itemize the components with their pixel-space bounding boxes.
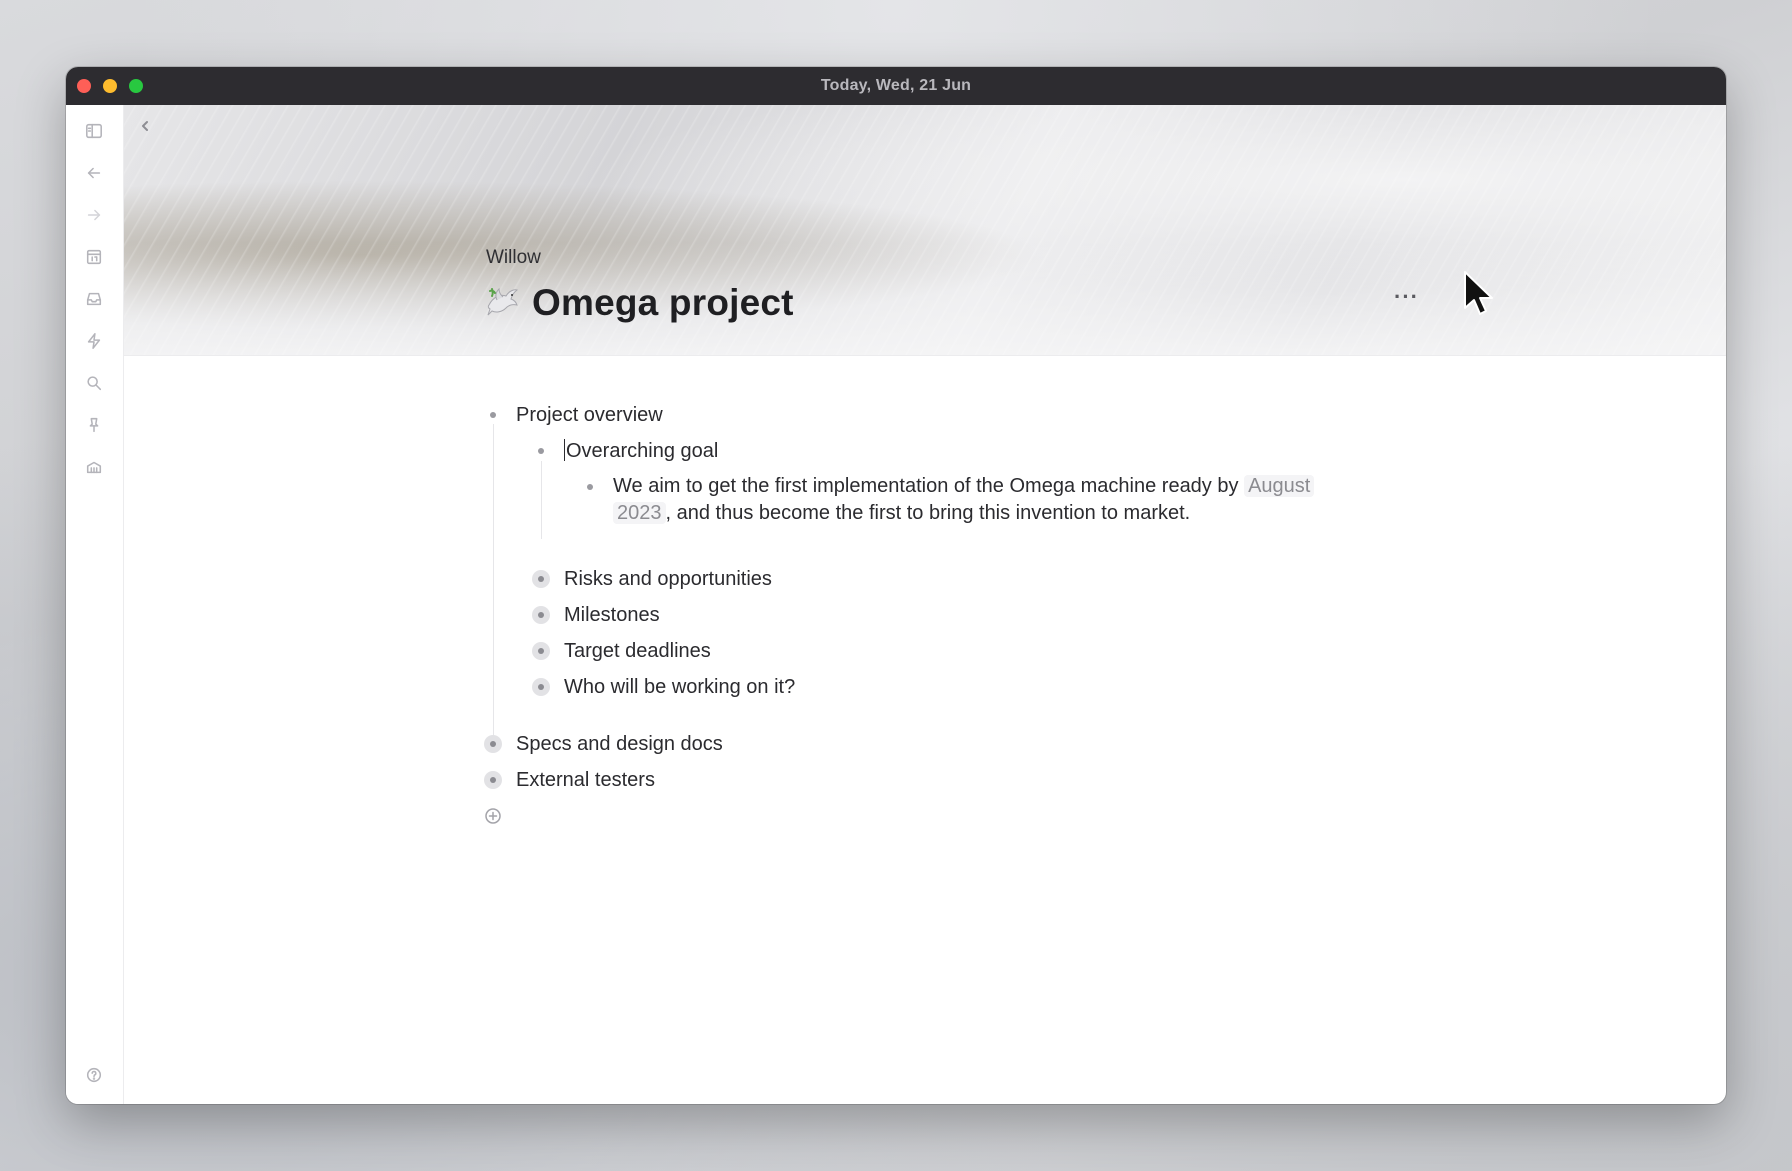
- mouse-cursor-icon: [1464, 271, 1493, 315]
- arrow-right-icon: [87, 209, 101, 221]
- indent-guide: [541, 461, 542, 539]
- outline-item-project-overview[interactable]: Project overview: [516, 404, 663, 427]
- main-content: Willow Omega project ··· Project overvie…: [124, 105, 1726, 1104]
- outline-item-testers[interactable]: External testers: [516, 769, 655, 792]
- sidebar-toggle-button[interactable]: [82, 119, 106, 143]
- outline-item-risks[interactable]: Risks and opportunities: [564, 568, 772, 591]
- outline-item-who[interactable]: Who will be working on it?: [564, 676, 795, 699]
- inbox-icon: [86, 292, 102, 306]
- chevron-left-icon: [142, 121, 148, 131]
- page-header: Omega project: [484, 282, 794, 324]
- outline-item-specs[interactable]: Specs and design docs: [516, 733, 723, 756]
- add-item-button[interactable]: [484, 807, 502, 831]
- back-button[interactable]: [82, 161, 106, 185]
- outline-item-goal-text[interactable]: We aim to get the first implementation o…: [613, 469, 1373, 527]
- indent-guide: [493, 424, 494, 746]
- more-options-button[interactable]: ···: [1394, 286, 1419, 308]
- collapsed-bullet[interactable]: [532, 678, 550, 696]
- calendar-button[interactable]: [82, 245, 106, 269]
- collapsed-bullet[interactable]: [484, 771, 502, 789]
- sidebar: [66, 105, 124, 1104]
- maximize-window-button[interactable]: [129, 79, 143, 93]
- library-icon: [86, 461, 102, 474]
- date-tag[interactable]: 2023: [613, 502, 666, 524]
- lightning-icon: [87, 333, 101, 349]
- breadcrumb[interactable]: Willow: [486, 247, 541, 269]
- outline-item-milestones[interactable]: Milestones: [564, 604, 660, 627]
- calendar-icon: [86, 249, 102, 265]
- outline-item-label: Overarching goal: [566, 440, 719, 462]
- pin-icon: [89, 417, 99, 433]
- close-window-button[interactable]: [77, 79, 91, 93]
- plus-circle-icon: [485, 808, 501, 824]
- text-cursor: [564, 439, 565, 461]
- dove-icon[interactable]: [484, 283, 520, 324]
- help-button[interactable]: [82, 1063, 106, 1087]
- outline-item-overarching-goal[interactable]: Overarching goal: [564, 439, 718, 463]
- search-button[interactable]: [82, 371, 106, 395]
- goal-text-end: , and thus become the first to bring thi…: [665, 502, 1191, 524]
- sidebar-toggle-icon: [86, 123, 102, 139]
- window-title: Today, Wed, 21 Jun: [820, 77, 972, 94]
- collapse-panel-button[interactable]: [138, 119, 152, 138]
- arrow-left-icon: [87, 167, 101, 179]
- collapsed-bullet[interactable]: [532, 642, 550, 660]
- help-icon: [86, 1067, 102, 1083]
- bullet[interactable]: [581, 478, 599, 496]
- forward-button[interactable]: [82, 203, 106, 227]
- pinned-button[interactable]: [82, 413, 106, 437]
- collapsed-bullet[interactable]: [484, 735, 502, 753]
- quick-actions-button[interactable]: [82, 329, 106, 353]
- app-window: Today, Wed, 21 Jun Willow Omega project …: [66, 67, 1726, 1104]
- library-button[interactable]: [82, 455, 106, 479]
- page-title[interactable]: Omega project: [532, 282, 794, 324]
- window-controls: [77, 79, 143, 93]
- collapsed-bullet[interactable]: [532, 570, 550, 588]
- bullet[interactable]: [532, 442, 550, 460]
- date-tag[interactable]: August: [1244, 475, 1315, 497]
- bullet[interactable]: [484, 406, 502, 424]
- collapsed-bullet[interactable]: [532, 606, 550, 624]
- inbox-button[interactable]: [82, 287, 106, 311]
- goal-text-start: We aim to get the first implementation o…: [613, 475, 1239, 497]
- search-icon: [87, 376, 102, 391]
- title-bar: Today, Wed, 21 Jun: [66, 67, 1726, 105]
- outline-item-deadlines[interactable]: Target deadlines: [564, 640, 711, 663]
- minimize-window-button[interactable]: [103, 79, 117, 93]
